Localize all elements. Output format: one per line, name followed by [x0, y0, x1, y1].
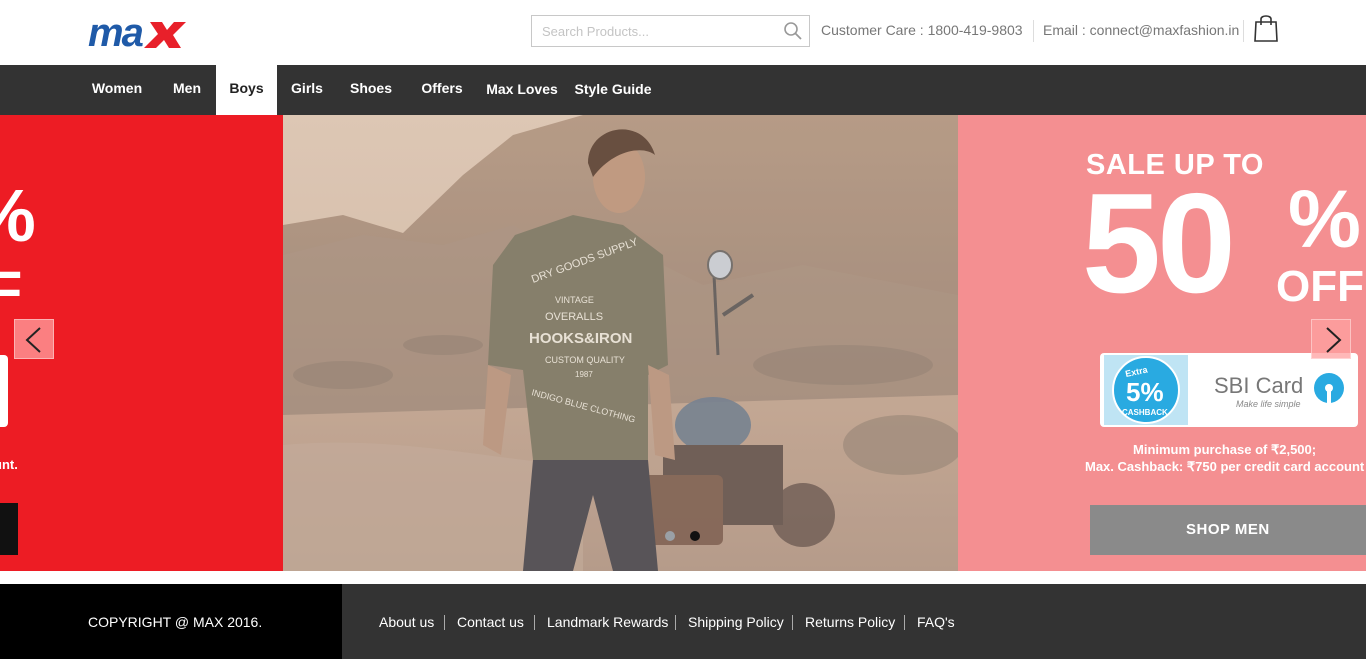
promo-percent-partial: % — [0, 179, 36, 253]
nav-item-girls[interactable]: Girls — [282, 65, 332, 115]
footer-link-rewards[interactable]: Landmark Rewards — [547, 614, 668, 630]
nav-item-boys[interactable]: Boys — [216, 65, 277, 115]
sbi-card-name: SBI Card — [1214, 373, 1304, 398]
customer-care-text: Customer Care : 1800-419-9803 — [821, 22, 1023, 38]
nav-item-style-guide[interactable]: Style Guide — [570, 65, 656, 115]
sale-offer-panel: SALE UP TO 50 % OFF Extra 5% CASHBACK SB… — [958, 115, 1366, 571]
carousel-dot-2[interactable] — [690, 531, 700, 541]
sale-off-text: OFF — [1276, 262, 1364, 311]
chevron-right-icon — [1326, 327, 1342, 353]
nav-item-women[interactable]: Women — [82, 65, 152, 115]
divider — [904, 615, 905, 630]
sale-percent-sign: % — [1288, 174, 1361, 265]
footer-link-about[interactable]: About us — [379, 614, 434, 630]
minimum-purchase-note: Minimum purchase of ₹2,500; — [1133, 442, 1317, 457]
max-cashback-note: Max. Cashback: ₹750 per credit card acco… — [1085, 459, 1365, 474]
footer-link-shipping[interactable]: Shipping Policy — [688, 614, 784, 630]
svg-text:5%: 5% — [1126, 377, 1164, 407]
svg-text:CASHBACK: CASHBACK — [1122, 408, 1168, 417]
shop-men-button[interactable]: SHOP MEN — [1090, 505, 1366, 555]
footer-link-returns[interactable]: Returns Policy — [805, 614, 895, 630]
footer-link-faq[interactable]: FAQ's — [917, 614, 955, 630]
divider — [792, 615, 793, 630]
carousel-dot-1[interactable] — [665, 531, 675, 541]
promo-off-partial: F — [0, 259, 23, 322]
divider — [1033, 20, 1034, 42]
promo-note-partial: unt. — [0, 457, 18, 472]
footer-links: About us Contact us Landmark Rewards Shi… — [342, 584, 1366, 659]
hero-photo[interactable]: DRY GOODS SUPPLY VINTAGE OVERALLS HOOKS&… — [283, 115, 958, 571]
carousel-next-button[interactable] — [1311, 319, 1351, 359]
search-icon[interactable] — [783, 21, 803, 41]
sale-percent-number: 50 — [1082, 164, 1236, 323]
copyright-text: COPYRIGHT @ MAX 2016. — [88, 614, 263, 630]
sbi-logo-icon — [1314, 373, 1344, 403]
hero-carousel: % F unt. — [0, 115, 1366, 571]
carousel-prev-button[interactable] — [14, 319, 54, 359]
divider — [675, 615, 676, 630]
search-input[interactable] — [532, 16, 777, 46]
email-text: Email : connect@maxfashion.in — [1043, 22, 1240, 38]
site-header: ma Customer Care : 1800-419-9803 Email :… — [0, 0, 1366, 65]
divider — [534, 615, 535, 630]
nav-item-offers[interactable]: Offers — [412, 65, 472, 115]
divider — [1243, 20, 1244, 42]
max-logo[interactable]: ma — [88, 11, 188, 55]
nav-item-men[interactable]: Men — [162, 65, 212, 115]
sbi-card-offer: Extra 5% CASHBACK SBI Card Make life sim… — [1100, 353, 1358, 427]
shopping-bag-icon[interactable] — [1253, 13, 1279, 43]
nav-item-shoes[interactable]: Shoes — [342, 65, 400, 115]
divider — [444, 615, 445, 630]
nav-item-max-loves[interactable]: Max Loves — [480, 65, 564, 115]
svg-text:ma: ma — [88, 12, 144, 52]
cashback-badge: Extra 5% CASHBACK — [1104, 355, 1188, 425]
search-box — [531, 15, 810, 47]
spacer — [0, 571, 1366, 584]
shop-button-partial[interactable] — [0, 503, 18, 555]
chevron-left-icon — [25, 327, 41, 353]
main-nav: Women Men Boys Girls Shoes Offers Max Lo… — [0, 65, 1366, 115]
card-badge-partial — [0, 355, 8, 427]
sbi-card-tagline: Make life simple — [1236, 399, 1301, 409]
footer-link-contact[interactable]: Contact us — [457, 614, 524, 630]
footer-copyright-area: COPYRIGHT @ MAX 2016. — [0, 584, 342, 659]
